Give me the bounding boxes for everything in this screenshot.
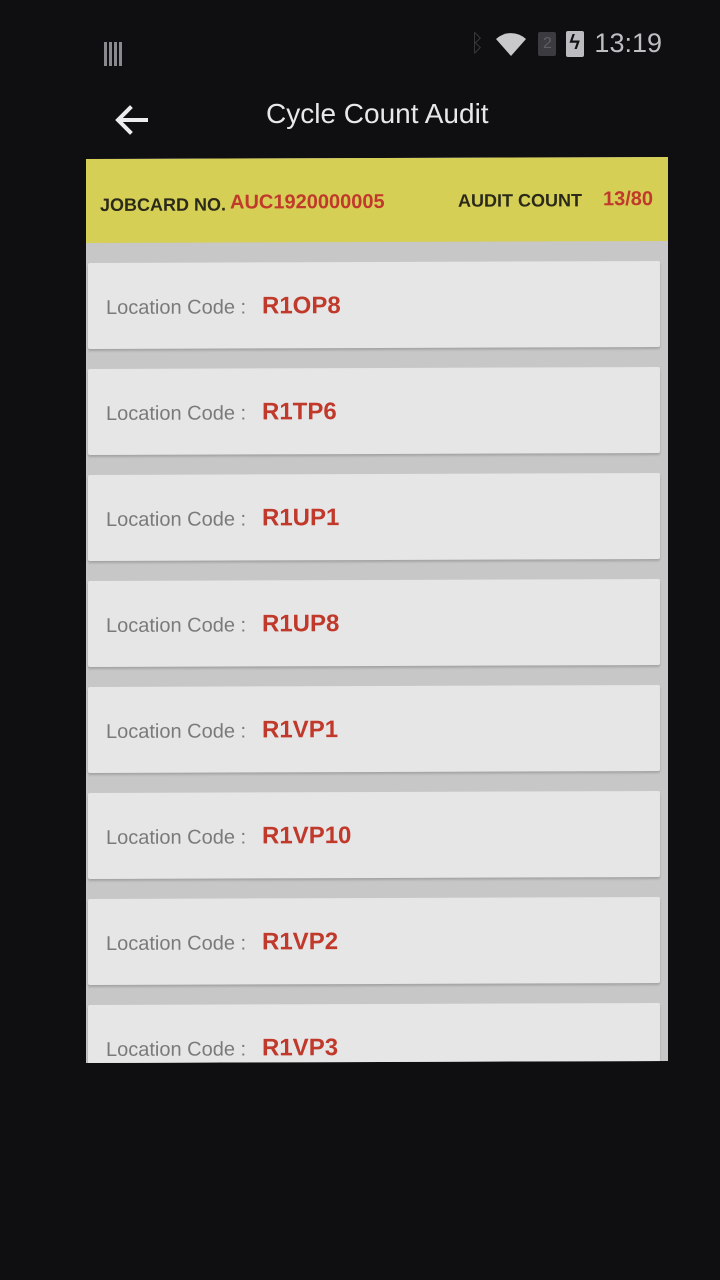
location-code-label: Location Code : (106, 402, 247, 425)
location-item[interactable]: Location Code : R1VP3 (88, 1003, 660, 1064)
wifi-icon (496, 32, 527, 56)
location-code-value: R1TP6 (262, 398, 337, 426)
location-item[interactable]: Location Code : R1UP1 (88, 473, 660, 562)
status-clock: 13:19 (594, 28, 662, 58)
location-code-label: Location Code : (106, 932, 247, 955)
location-code-value: R1OP8 (262, 292, 341, 320)
audit-count-label: AUDIT COUNT (458, 190, 582, 211)
sim-slot-badge: 2 (538, 31, 557, 56)
location-code-label: Location Code : (106, 826, 247, 849)
location-code-label: Location Code : (106, 296, 247, 319)
back-arrow-icon[interactable] (112, 100, 152, 140)
location-list: Location Code : R1OP8 Location Code : R1… (86, 261, 668, 1064)
battery-charging-icon (566, 30, 585, 57)
sim-card-icon (104, 42, 124, 66)
location-code-value: R1UP8 (262, 610, 340, 638)
jobcard-info-bar: JOBCARD NO. AUC1920000005 AUDIT COUNT 13… (86, 156, 668, 244)
location-item[interactable]: Location Code : R1VP10 (88, 791, 660, 880)
location-item[interactable]: Location Code : R1VP2 (88, 897, 660, 986)
location-code-value: R1UP1 (262, 504, 340, 532)
location-code-value: R1VP1 (262, 716, 339, 744)
status-icons: ᛒ 2 13:19 (470, 28, 662, 59)
location-item[interactable]: Location Code : R1VP1 (88, 685, 660, 774)
jobcard-label: JOBCARD NO. (100, 194, 227, 215)
audit-count-value: 13/80 (603, 188, 654, 211)
location-code-label: Location Code : (106, 614, 247, 637)
location-item[interactable]: Location Code : R1OP8 (88, 261, 660, 350)
jobcard-number: AUC1920000005 (230, 190, 385, 214)
content-panel: JOBCARD NO. AUC1920000005 AUDIT COUNT 13… (86, 156, 668, 1064)
location-code-label: Location Code : (106, 1038, 247, 1061)
location-item[interactable]: Location Code : R1TP6 (88, 367, 660, 456)
location-code-label: Location Code : (106, 720, 247, 743)
bluetooth-icon: ᛒ (470, 29, 485, 57)
location-code-value: R1VP10 (262, 822, 352, 850)
location-code-label: Location Code : (106, 508, 247, 531)
app-screen: ᛒ 2 13:19 Cycle Count Audit JOBCARD NO. … (0, 0, 720, 1280)
location-code-value: R1VP2 (262, 928, 339, 956)
status-bar: ᛒ 2 13:19 (0, 0, 720, 90)
page-title: Cycle Count Audit (266, 98, 489, 129)
location-code-value: R1VP3 (262, 1034, 339, 1062)
location-item[interactable]: Location Code : R1UP8 (88, 579, 660, 668)
